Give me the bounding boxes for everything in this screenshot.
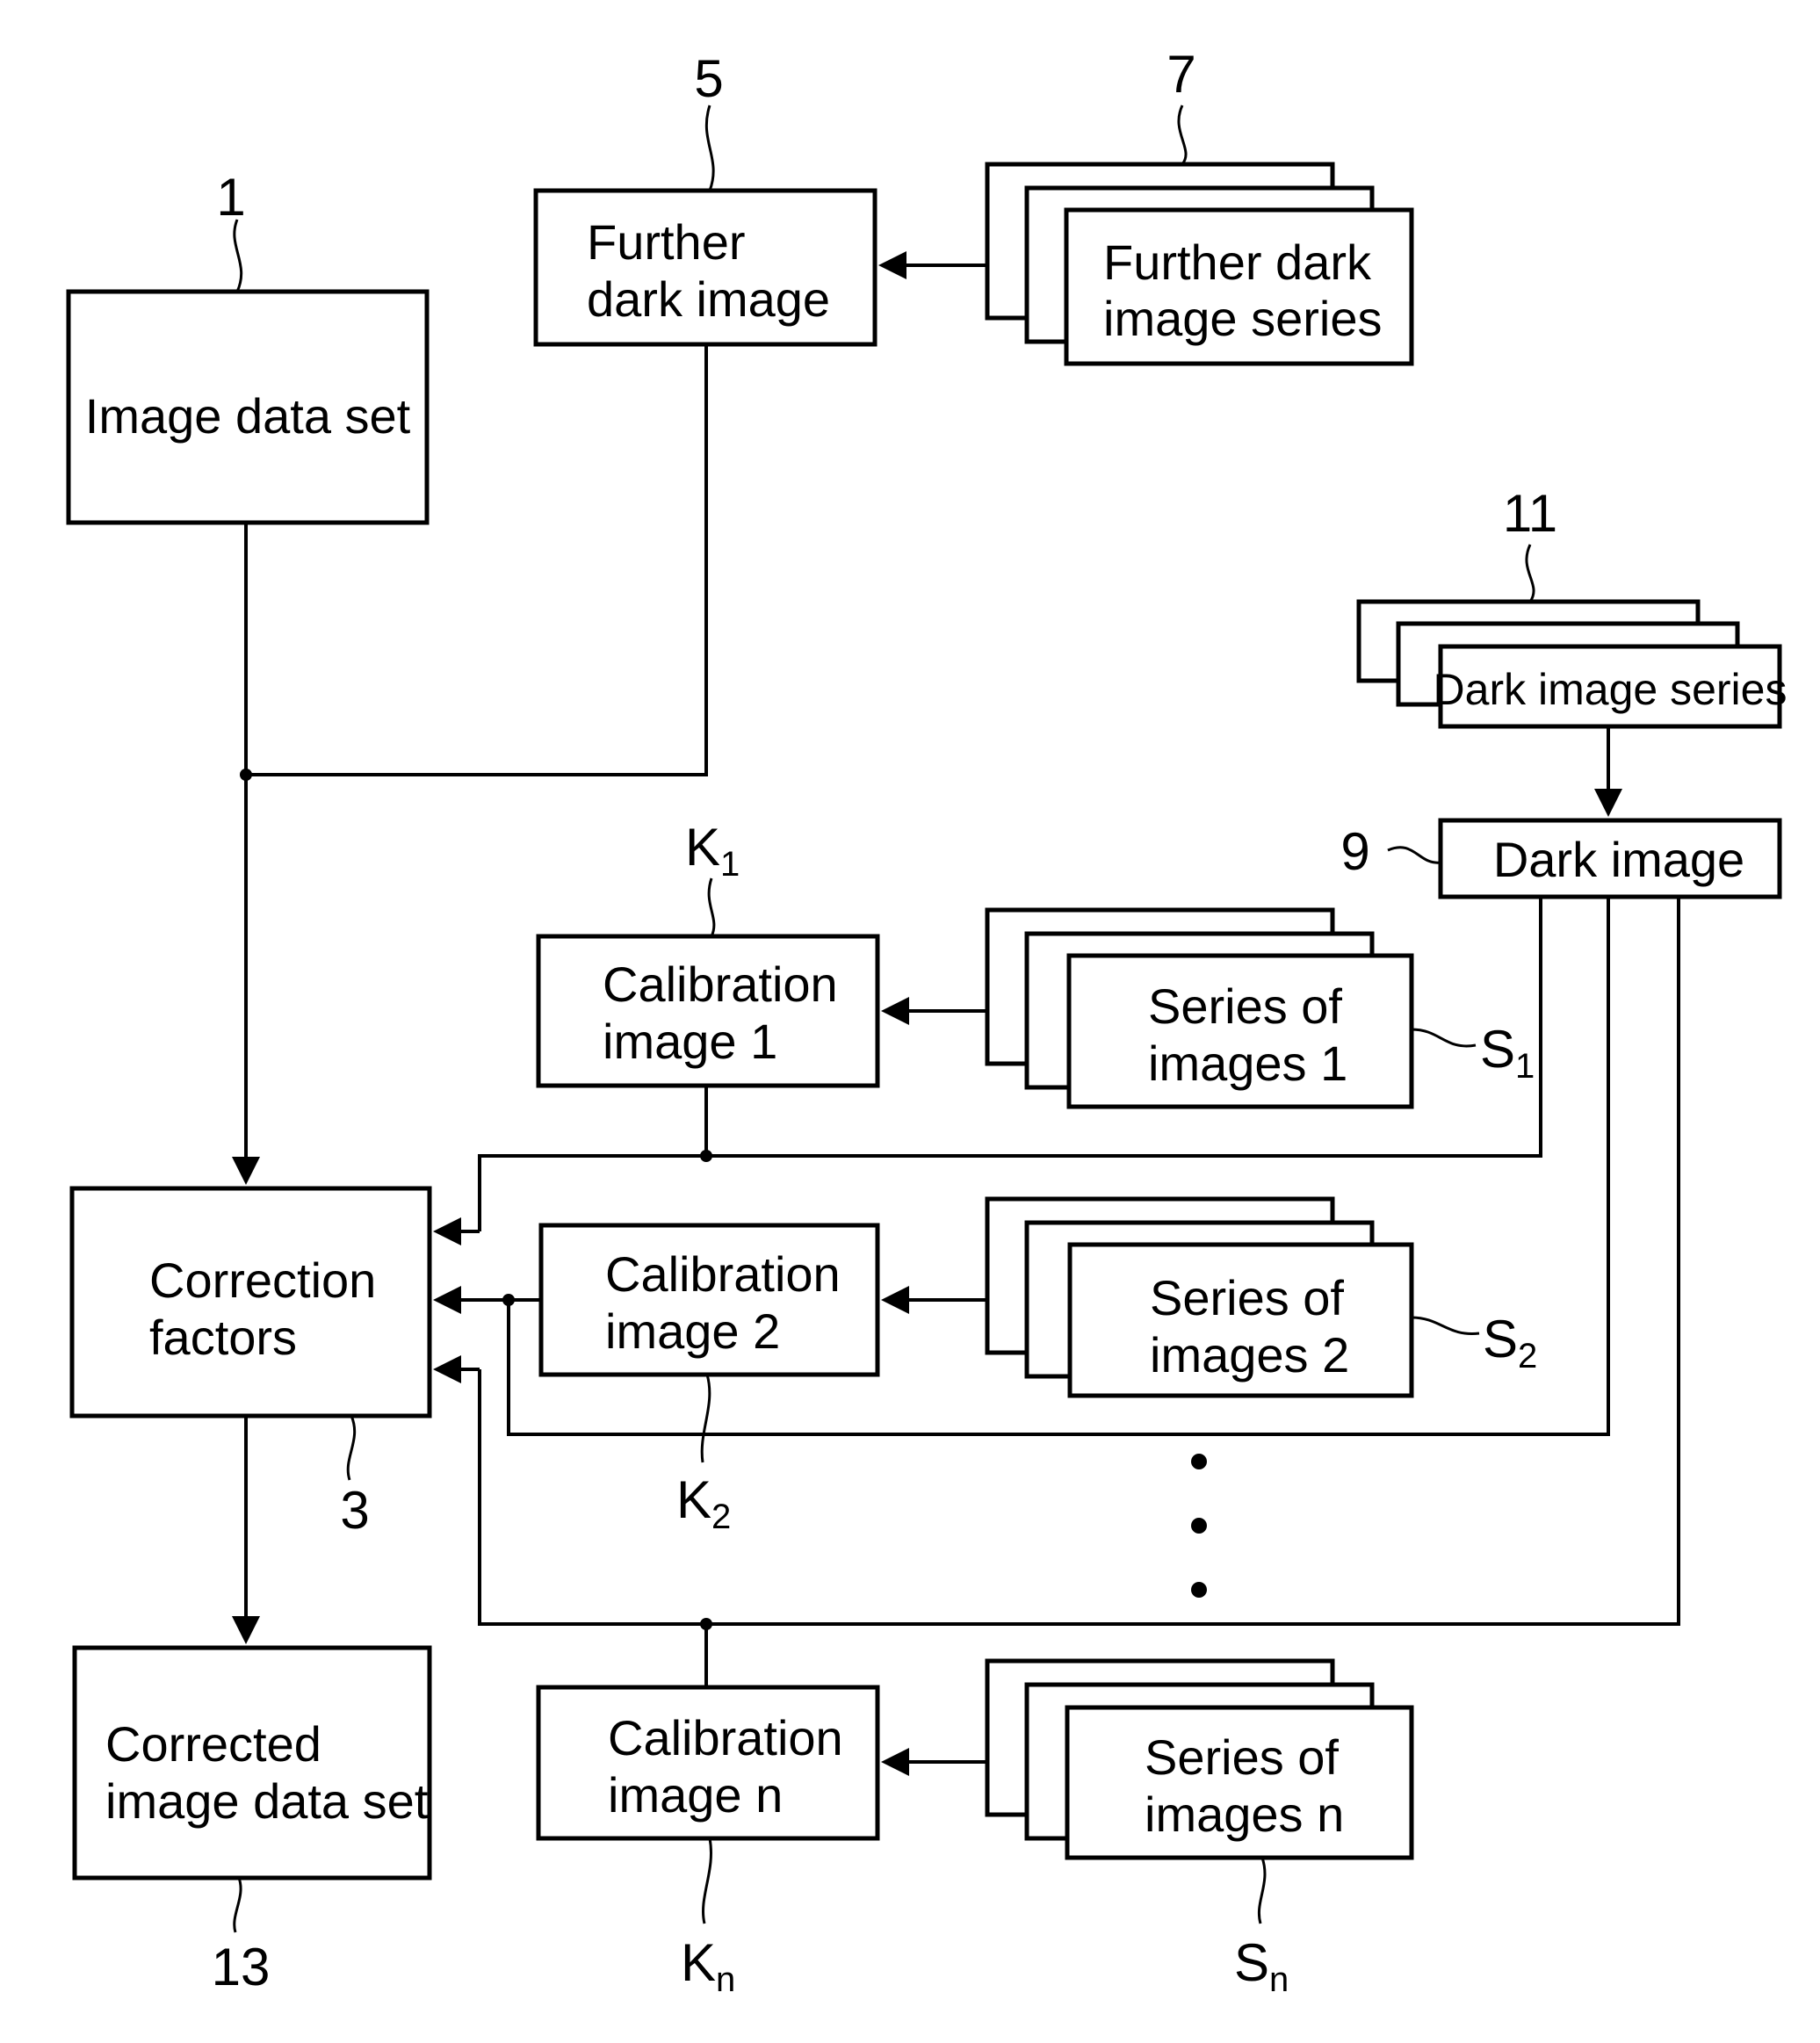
box-label: images 1 — [1148, 1036, 1347, 1091]
corrected-image-data-set-block: Corrected image data set 13 — [72, 1645, 432, 1996]
further-dark-image-block: Further dark image 5 — [533, 49, 878, 347]
leader-line — [702, 1837, 712, 1924]
reference-label: Sn — [1234, 1933, 1289, 1999]
junction-dot — [240, 769, 252, 781]
box-label: image 2 — [605, 1303, 780, 1359]
ellipsis-dot — [1191, 1454, 1207, 1469]
reference-label: K1 — [685, 818, 740, 884]
leader-line — [233, 1877, 242, 1933]
box-label: Dark image series — [1434, 665, 1788, 714]
leader-line — [1411, 1316, 1480, 1335]
box-label: image series — [1103, 291, 1382, 346]
dark-image-series-stack: Dark image series 11 — [1356, 484, 1788, 729]
leader-line — [1387, 846, 1441, 864]
reference-label: K2 — [676, 1470, 731, 1536]
leader-line — [1525, 544, 1535, 603]
connectors — [232, 251, 1680, 1776]
calibration-image-1-block: Calibration image 1 K1 — [536, 818, 880, 1088]
leader-line — [1177, 105, 1188, 165]
further-dark-image-series-stack: Further dark image series 7 — [985, 45, 1414, 366]
box-label: images n — [1145, 1787, 1344, 1842]
reference-numeral: 1 — [216, 168, 245, 227]
reference-numeral: 9 — [1340, 822, 1369, 881]
junction-dot — [700, 1150, 712, 1162]
box-label: Dark image — [1493, 832, 1744, 887]
leader-line — [1257, 1857, 1267, 1924]
box-label: Further dark — [1103, 235, 1372, 290]
junction-dot — [502, 1294, 515, 1306]
box-label: Calibration — [603, 957, 838, 1012]
ellipsis-dot — [1191, 1582, 1207, 1598]
box-label: image data set — [105, 1773, 429, 1829]
reference-numeral: 7 — [1166, 45, 1195, 104]
leader-line — [1411, 1028, 1477, 1048]
series-of-images-2-stack: Series of images 2 S2 — [985, 1196, 1537, 1398]
box-label: Image data set — [85, 388, 411, 444]
box-label: Series of — [1148, 978, 1342, 1034]
series-of-images-n-stack: Series of images n Sn — [985, 1658, 1414, 1999]
series-of-images-1-stack: Series of images 1 S1 — [985, 907, 1535, 1109]
leader-line — [707, 877, 716, 937]
box-label: Series of — [1145, 1729, 1339, 1785]
box-label: images 2 — [1150, 1327, 1349, 1382]
box-label: Correction — [149, 1253, 376, 1308]
calibration-image-2-block: Calibration image 2 K2 — [538, 1223, 880, 1536]
box-label: Series of — [1150, 1270, 1344, 1325]
flow-diagram: Image data set 1 Further dark image 5 Fu… — [66, 45, 1788, 1999]
leader-line — [704, 105, 715, 191]
image-data-set-block: Image data set 1 — [66, 168, 430, 525]
box-label: image n — [608, 1767, 783, 1823]
reference-label: S2 — [1483, 1310, 1537, 1375]
calibration-image-n-block: Calibration image n Kn — [536, 1685, 880, 1999]
reference-numeral: 3 — [340, 1481, 369, 1540]
leader-line — [346, 1415, 357, 1481]
box-label: Calibration — [608, 1710, 843, 1765]
box-label: dark image — [587, 271, 830, 327]
dark-image-block: Dark image 9 — [1340, 818, 1782, 899]
reference-numeral: 5 — [694, 49, 723, 108]
box-label: image 1 — [603, 1014, 777, 1069]
reference-numeral: 13 — [212, 1938, 271, 1996]
reference-label: Kn — [681, 1933, 735, 1999]
junction-dot — [700, 1618, 712, 1630]
reference-label: S1 — [1480, 1020, 1535, 1086]
leader-line — [233, 219, 243, 292]
ellipsis-dot — [1191, 1518, 1207, 1534]
correction-factors-block: Correction factors 3 — [69, 1186, 432, 1540]
box-label: Calibration — [605, 1246, 841, 1302]
box-label: Further — [587, 214, 746, 270]
reference-numeral: 11 — [1503, 484, 1557, 543]
box-label: Corrected — [105, 1716, 321, 1772]
box-label: factors — [149, 1310, 297, 1365]
leader-line — [700, 1374, 711, 1463]
